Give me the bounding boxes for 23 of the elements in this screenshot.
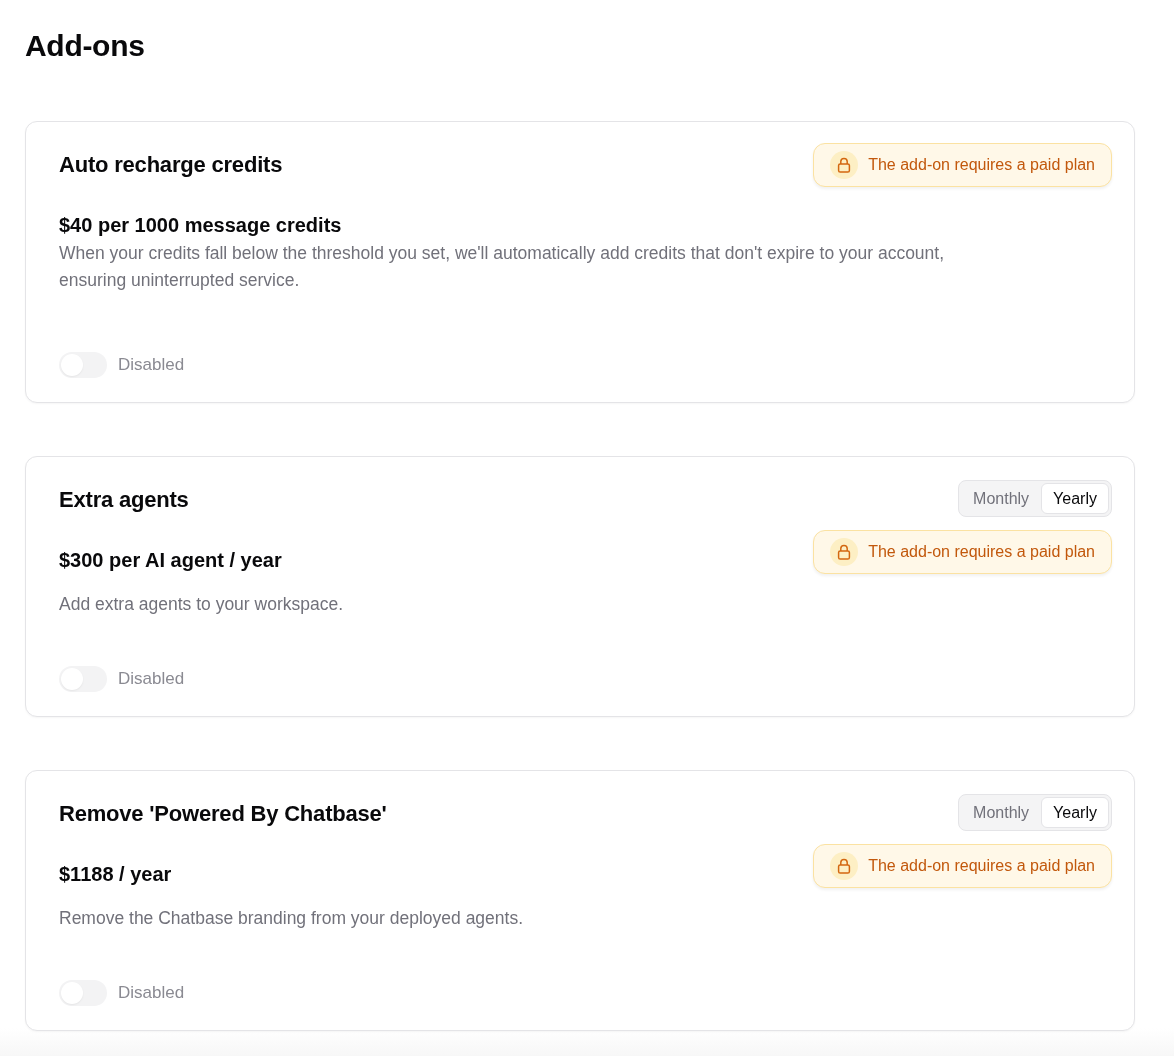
notice-text: The add-on requires a paid plan <box>868 156 1095 174</box>
page-title: Add-ons <box>25 28 145 64</box>
billing-period-tab[interactable]: Yearly <box>1041 797 1109 828</box>
notice-text: The add-on requires a paid plan <box>868 543 1095 561</box>
switch-label: Disabled <box>118 669 185 689</box>
billing-period-tab[interactable]: Monthly <box>961 483 1042 514</box>
price-text: $300 per AI agent / year <box>59 548 282 573</box>
notice-text: The add-on requires a paid plan <box>868 857 1095 875</box>
card-title: Remove 'Powered By Chatbase' <box>59 800 387 828</box>
price-text: $1188 / year <box>59 862 172 887</box>
card-title: Auto recharge credits <box>59 151 283 179</box>
lock-icon <box>830 538 859 566</box>
billing-period-tab[interactable]: Yearly <box>1041 483 1109 514</box>
card-title: Extra agents <box>59 486 189 514</box>
description-text: When your credits fall below the threshold you set, we'll automatically add credits that don't expire to your account, ensuring uninterrupted service. <box>59 242 946 292</box>
description-text: Remove the Chatbase branding from your deployed agents. <box>59 907 524 930</box>
price-text: $40 per 1000 message credits <box>59 213 342 238</box>
lock-icon <box>830 852 859 880</box>
switch-label: Disabled <box>118 355 185 375</box>
description-text: Add extra agents to your workspace. <box>59 593 344 616</box>
lock-icon <box>830 151 859 179</box>
billing-period-tab[interactable]: Monthly <box>961 797 1042 828</box>
switch-label: Disabled <box>118 983 185 1003</box>
